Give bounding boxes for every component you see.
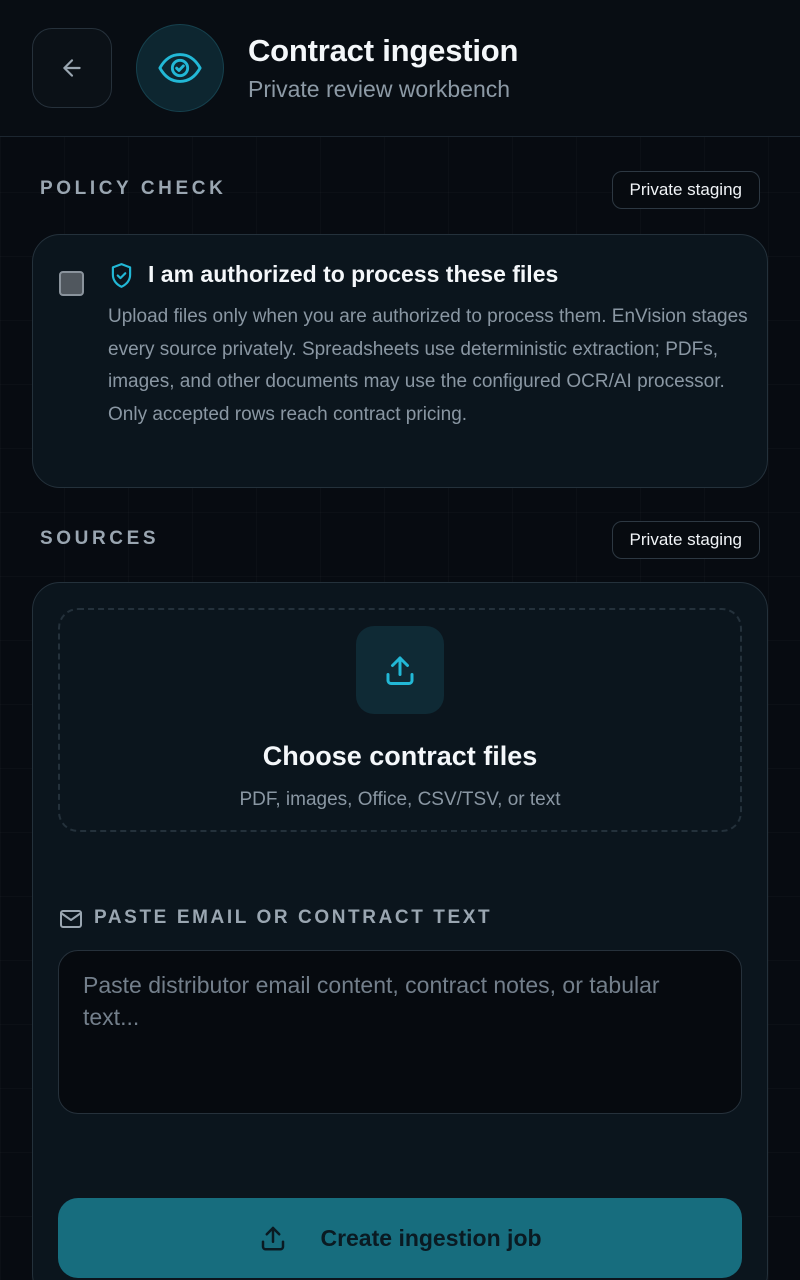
upload-icon [386,656,414,685]
paste-text-input[interactable] [58,950,742,1114]
mail-icon [60,910,82,928]
page-subtitle: Private review workbench [248,76,511,102]
policy-check-heading: POLICY CHECK [40,178,227,199]
app-header: Contract ingestion Private review workbe… [0,0,800,137]
sources-private-staging-badge: Private staging [611,521,760,559]
authorization-checkbox[interactable] [59,271,84,296]
eye-check-badge [136,24,224,112]
policy-private-staging-badge: Private staging [611,171,760,209]
create-ingestion-job-label: Create ingestion job [320,1224,542,1251]
arrow-left-icon [63,59,81,77]
back-button[interactable] [32,28,112,108]
page-title: Contract ingestion [248,33,519,68]
create-ingestion-job-button[interactable]: Create ingestion job [58,1198,742,1278]
authorization-title: I am authorized to process these files [148,261,559,287]
upload-icon [262,1226,285,1251]
sources-heading: SOURCES [40,528,160,549]
authorization-description: Upload files only when you are authorize… [108,306,748,425]
upload-tile[interactable] [356,626,444,714]
shield-check-icon [111,263,132,288]
paste-text-label: PASTE EMAIL OR CONTRACT TEXT [94,907,493,928]
eye-check-icon [158,53,202,83]
choose-files-subtitle: PDF, images, Office, CSV/TSV, or text [239,789,561,810]
choose-files-title: Choose contract files [262,741,538,771]
